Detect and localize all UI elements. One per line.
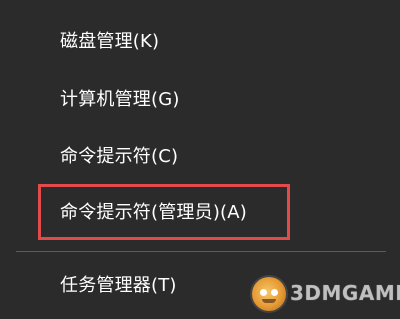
menu-item-label: 命令提示符(C): [60, 146, 179, 167]
menu-item-command-prompt-admin[interactable]: 命令提示符(管理员)(A): [0, 193, 400, 233]
menu-item-computer-management[interactable]: 计算机管理(G): [0, 80, 400, 120]
menu-item-command-prompt[interactable]: 命令提示符(C): [0, 137, 400, 177]
menu-item-label: 计算机管理(G): [60, 89, 180, 110]
context-menu: 磁盘管理(K) 计算机管理(G) 命令提示符(C) 命令提示符(管理员)(A) …: [0, 0, 400, 319]
menu-item-label: 命令提示符(管理员)(A): [60, 202, 248, 223]
menu-item-disk-management[interactable]: 磁盘管理(K): [0, 22, 400, 62]
menu-separator: [16, 251, 386, 252]
menu-item-label: 磁盘管理(K): [60, 31, 160, 52]
menu-item-label: 任务管理器(T): [60, 275, 177, 296]
menu-item-task-manager[interactable]: 任务管理器(T): [0, 266, 400, 306]
